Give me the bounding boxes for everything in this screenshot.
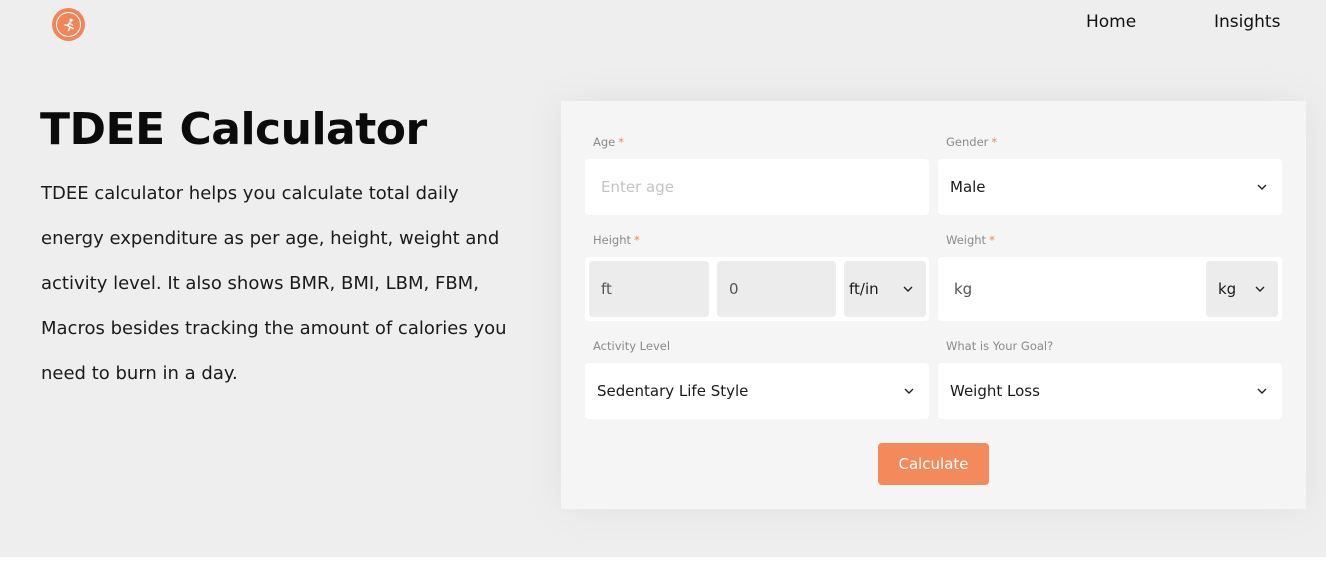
weight-unit-select[interactable]: kg xyxy=(1206,261,1278,317)
height-feet-input[interactable]: ft xyxy=(589,261,709,317)
chevron-down-icon xyxy=(1257,388,1267,394)
weight-label: Weight * xyxy=(946,233,995,247)
goal-select[interactable]: Weight Loss xyxy=(938,363,1282,419)
chevron-down-icon xyxy=(904,388,914,394)
activity-level-label: Activity Level xyxy=(593,339,671,353)
age-label: Age * xyxy=(593,135,624,149)
age-input[interactable]: Enter age xyxy=(585,159,929,215)
height-unit-select[interactable]: ft/in xyxy=(844,261,926,317)
height-label-text: Height xyxy=(593,233,632,247)
weight-field-group: kg kg xyxy=(938,257,1282,321)
gender-select[interactable]: Male xyxy=(938,159,1282,215)
goal-label: What is Your Goal? xyxy=(946,339,1054,353)
required-mark: * xyxy=(618,135,624,149)
activity-level-value: Sedentary Life Style xyxy=(597,382,749,400)
activity-level-select[interactable]: Sedentary Life Style xyxy=(585,363,929,419)
runner-icon xyxy=(56,12,81,37)
calculate-button[interactable]: Calculate xyxy=(878,443,989,485)
nav-home-link[interactable]: Home xyxy=(1086,12,1136,32)
gender-label-text: Gender xyxy=(946,135,989,149)
calculator-form: Age * Enter age Gender * Male Height * ft 0… xyxy=(561,101,1306,509)
page-title: TDEE Calculator xyxy=(40,104,427,155)
weight-input[interactable]: kg xyxy=(938,280,972,298)
chevron-down-icon xyxy=(1257,184,1267,190)
goal-value: Weight Loss xyxy=(950,382,1040,400)
weight-label-text: Weight xyxy=(946,233,987,247)
weight-unit-value: kg xyxy=(1218,280,1237,298)
required-mark: * xyxy=(989,233,995,247)
logo[interactable] xyxy=(52,8,85,41)
age-placeholder: Enter age xyxy=(601,178,674,196)
chevron-down-icon xyxy=(903,286,913,292)
age-label-text: Age xyxy=(593,135,616,149)
height-unit-value: ft/in xyxy=(849,280,879,298)
page-description: TDEE calculator helps you calculate tota… xyxy=(41,183,507,384)
chevron-down-icon xyxy=(1255,286,1265,292)
gender-value: Male xyxy=(950,178,986,196)
nav-insights-link[interactable]: Insights xyxy=(1214,12,1280,32)
required-mark: * xyxy=(634,233,640,247)
height-label: Height * xyxy=(593,233,640,247)
gender-label: Gender * xyxy=(946,135,997,149)
required-mark: * xyxy=(991,135,998,149)
height-inches-input[interactable]: 0 xyxy=(717,261,836,317)
height-inches-value: 0 xyxy=(729,280,739,298)
height-field-group: ft 0 ft/in xyxy=(585,257,929,321)
height-feet-placeholder: ft xyxy=(601,280,612,298)
